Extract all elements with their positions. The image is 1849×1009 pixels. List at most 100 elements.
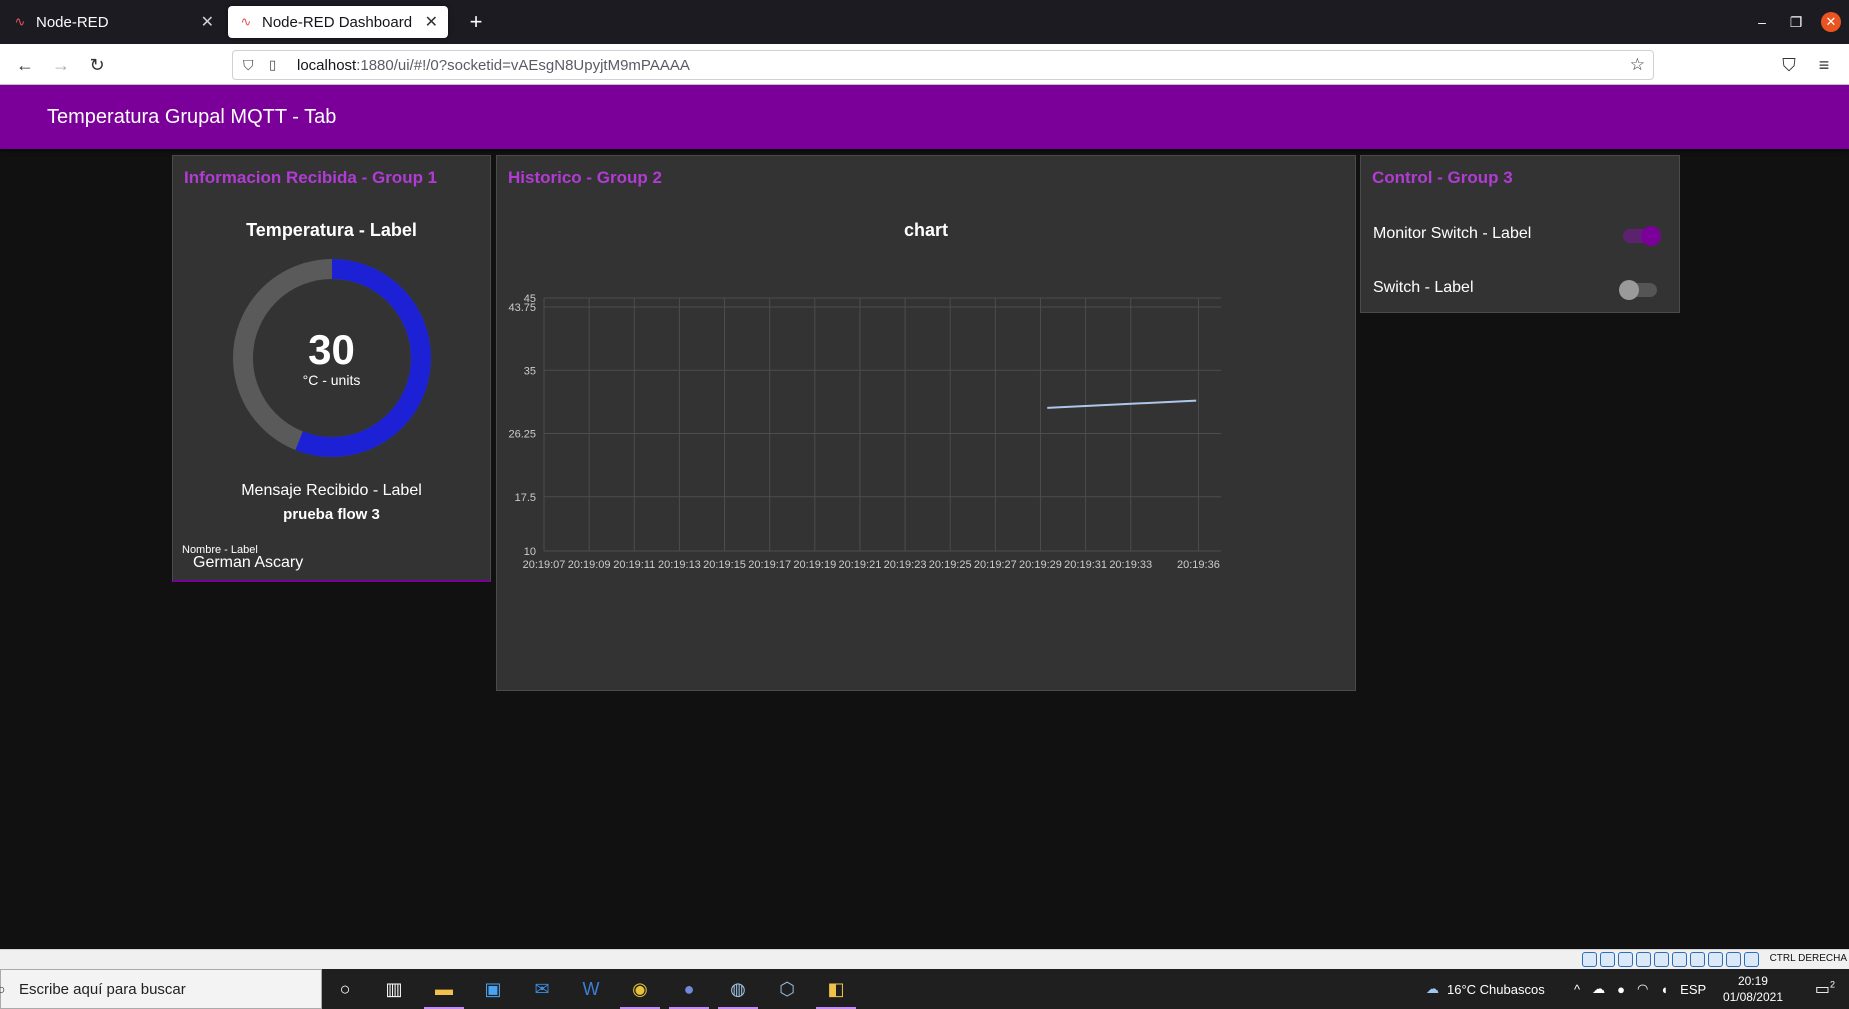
switch-label: Monitor Switch - Label	[1373, 225, 1532, 242]
audio-icon[interactable]	[1618, 952, 1633, 967]
mouse-icon[interactable]	[1744, 952, 1759, 967]
x-tick-label: 20:19:15	[703, 559, 746, 571]
x-tick-label: 20:19:36	[1177, 559, 1220, 571]
vm-window-icon[interactable]: ◧	[816, 975, 856, 1009]
menu-icon[interactable]: ≡	[1811, 52, 1837, 78]
volume-icon[interactable]: ◖	[1660, 982, 1668, 997]
switch-label: Switch - Label	[1373, 279, 1474, 296]
group-title: Control - Group 3	[1372, 168, 1513, 187]
shared-folder-icon[interactable]	[1672, 952, 1687, 967]
x-tick-label: 20:19:19	[793, 559, 836, 571]
y-tick-label: 26.25	[508, 429, 536, 441]
page-title: Temperatura Grupal MQTT - Tab	[47, 106, 337, 128]
minimize-icon[interactable]: –	[1750, 10, 1774, 34]
browser-navbar: ← → ↻ ⛉ ▯ localhost:1880/ui/#!/0?socketi…	[0, 44, 1849, 85]
x-tick-label: 20:19:25	[929, 559, 972, 571]
word-icon[interactable]: W	[577, 975, 605, 1003]
y-tick-label: 35	[524, 365, 536, 377]
back-icon[interactable]: ←	[12, 52, 38, 78]
series-line	[1047, 399, 1197, 409]
x-tick-label: 20:19:17	[748, 559, 791, 571]
switch-toggle[interactable]	[1619, 280, 1657, 300]
wifi-icon[interactable]: ◠	[1637, 981, 1648, 997]
switch-row[interactable]: Switch - Label	[1373, 273, 1669, 303]
group-informacion-recibida: Informacion Recibida - Group 1 Temperatu…	[172, 155, 491, 582]
bookmark-star-icon[interactable]: ☆	[1630, 55, 1645, 75]
restore-icon[interactable]: ❐	[1784, 10, 1808, 34]
close-tab-icon[interactable]: ✕	[201, 12, 214, 32]
close-tab-icon[interactable]: ✕	[425, 12, 438, 32]
system-tray: ^ ☁ ● ◠ ◖ ESP	[1574, 969, 1706, 1009]
message-value: prueba flow 3	[283, 506, 380, 523]
onedrive-icon[interactable]: ☁	[1592, 981, 1605, 997]
x-tick-label: 20:19:09	[568, 559, 611, 571]
switch-thumb[interactable]	[1619, 280, 1639, 300]
new-tab-button[interactable]: +	[462, 8, 490, 36]
node-red-icon: ∿	[14, 14, 26, 29]
monitor-switch[interactable]	[1623, 226, 1661, 246]
x-tick-label: 20:19:27	[974, 559, 1017, 571]
chevron-up-icon[interactable]: ^	[1574, 982, 1580, 997]
virtualbox-icon[interactable]: ⬡	[773, 975, 801, 1003]
group-title: Historico - Group 2	[508, 168, 662, 187]
x-tick-label: 20:19:07	[523, 559, 566, 571]
x-tick-label: 20:19:33	[1109, 559, 1152, 571]
browser-tab-node-red[interactable]: ∿ Node-RED ✕	[2, 6, 224, 38]
taskbar: ○ Escribe aquí para buscar ○ ▥ ▬ ▣ ✉ W ◉…	[0, 969, 1849, 1009]
x-tick-label: 20:19:21	[839, 559, 882, 571]
microphone-icon[interactable]: ●	[1617, 982, 1625, 997]
url-text[interactable]: localhost:1880/ui/#!/0?socketid=vAEsgN8U…	[297, 57, 690, 74]
optical-icon[interactable]	[1600, 952, 1615, 967]
cpu-icon[interactable]	[1726, 952, 1741, 967]
cloud-rain-icon: ☁	[1426, 981, 1439, 996]
mail-icon[interactable]: ✉	[528, 975, 556, 1003]
browser-tabbar: ∿ Node-RED ✕ ∿ Node-RED Dashboard ✕ + – …	[0, 0, 1849, 44]
display-icon[interactable]	[1690, 952, 1705, 967]
close-window-icon[interactable]: ✕	[1821, 12, 1841, 32]
page-icon[interactable]: ▯	[269, 57, 285, 73]
history-chart: 20:19:07 20:19:09 20:19:11 20:19:13 20:19:15…	[508, 293, 1221, 571]
task-view-icon[interactable]: ▥	[380, 975, 408, 1003]
x-tick-label: 20:19:13	[658, 559, 701, 571]
taskbar-search-input[interactable]: ○ Escribe aquí para buscar	[0, 969, 322, 1009]
search-icon: ○	[0, 981, 6, 997]
recording-icon[interactable]	[1708, 952, 1723, 967]
notification-count: 2	[1829, 979, 1835, 990]
browser-tab-dashboard[interactable]: ∿ Node-RED Dashboard ✕	[228, 6, 448, 38]
network-icon[interactable]	[1636, 952, 1651, 967]
host-key-label: CTRL DERECHA	[1769, 953, 1847, 964]
shield-icon[interactable]: ⛉	[243, 57, 259, 74]
forward-icon[interactable]: →	[48, 52, 74, 78]
group-historico: Historico - Group 2 chart 20:19:07 20:19:…	[496, 155, 1356, 691]
chrome-icon[interactable]: ◉	[620, 975, 660, 1009]
address-bar[interactable]: ⛉ ▯ localhost:1880/ui/#!/0?socketid=vAEs…	[232, 50, 1654, 80]
y-tick-label: 17.5	[515, 492, 536, 504]
gauge-label: Temperatura - Label	[246, 220, 417, 240]
usb-icon[interactable]	[1654, 952, 1669, 967]
cortana-icon[interactable]: ○	[331, 975, 359, 1003]
weather-widget[interactable]: ☁ 16°C Chubascos	[1426, 969, 1545, 1009]
gauge-units: °C - units	[302, 372, 361, 388]
gauge-value: 30	[308, 326, 355, 373]
x-tick-label: 20:19:23	[884, 559, 927, 571]
discord-icon[interactable]: ●	[669, 975, 709, 1009]
monitor-switch-row[interactable]: Monitor Switch - Label	[1373, 219, 1669, 249]
pocket-icon[interactable]: ⛉	[1776, 52, 1802, 78]
reload-icon[interactable]: ↻	[84, 52, 110, 78]
notifications-icon[interactable]: ▭2	[1815, 979, 1835, 999]
file-explorer-icon[interactable]: ▬	[424, 975, 464, 1009]
store-icon[interactable]: ▣	[479, 975, 507, 1003]
tab-title: Node-RED	[36, 13, 109, 31]
y-tick-label: 43.75	[508, 302, 536, 314]
clock[interactable]: 20:19 01/08/2021	[1723, 973, 1783, 1005]
name-field[interactable]: German Ascary	[193, 554, 303, 572]
y-tick-label: 10	[524, 546, 536, 558]
storage-icon[interactable]	[1582, 952, 1597, 967]
group-control: Control - Group 3 Monitor Switch - Label…	[1360, 155, 1680, 313]
tab-title: Node-RED Dashboard	[262, 13, 413, 31]
switch-thumb[interactable]	[1641, 226, 1661, 246]
language-indicator[interactable]: ESP	[1680, 982, 1706, 997]
vm-device-icons	[1582, 952, 1759, 967]
steam-icon[interactable]: ◍	[718, 975, 758, 1009]
x-tick-label: 20:19:31	[1064, 559, 1107, 571]
